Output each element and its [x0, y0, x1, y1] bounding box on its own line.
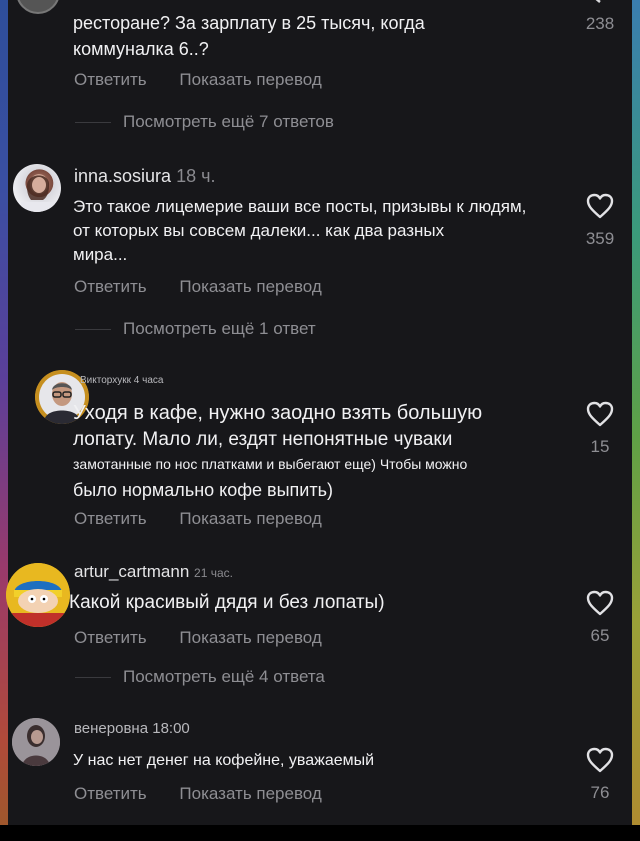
comment-line: Уходя в кафе, нужно заодно взять большую [73, 402, 483, 424]
reply-button[interactable]: Ответить [74, 509, 147, 528]
comment-line: Это такое лицемерие ваши все посты, приз… [73, 197, 527, 216]
show-translation-button[interactable]: Показать перевод [179, 277, 321, 296]
comment-actions: Ответить Показать перевод [74, 277, 350, 297]
comment-meta: artur_cartmann 21 час. [74, 562, 233, 582]
comment-actions: Ответить Показать перевод [74, 70, 350, 90]
like-count: 15 [590, 437, 610, 456]
show-translation-button[interactable]: Показать перевод [179, 628, 321, 647]
like-count: 76 [590, 783, 610, 802]
like-button[interactable]: 15 [582, 401, 618, 457]
person-photo-icon [12, 718, 60, 766]
like-button[interactable]: 359 [582, 193, 618, 249]
avatar[interactable] [6, 563, 70, 627]
username[interactable]: inna.sosiura [74, 166, 171, 186]
timestamp: 18:00 [152, 720, 190, 737]
comment-actions: Ответить Показать перевод [74, 628, 350, 648]
comment-line: от которых вы совсем далеки... как два р… [73, 221, 445, 240]
heart-icon [586, 193, 614, 219]
comment-line: Какой красивый дядя и без лопаты) [69, 592, 385, 613]
timestamp: 21 час. [194, 566, 233, 580]
comment-meta: венеровна 18:00 [74, 720, 190, 737]
comment-line: ресторане? За зарплату в 25 тысяч, когда [73, 13, 425, 33]
comment-text: Уходя в кафе, нужно заодно взять большую… [73, 399, 573, 505]
heart-icon [586, 747, 614, 773]
comment-meta: inna.sosiura 18 ч. [74, 166, 215, 187]
comment-meta: Викторхукк 4 часа [80, 375, 163, 386]
comments-screen: ресторане? За зарплату в 25 тысяч, когда… [0, 0, 640, 841]
like-count: 65 [590, 626, 610, 645]
reply-button[interactable]: Ответить [74, 628, 147, 647]
woman-photo-icon [21, 174, 55, 212]
view-more-replies-button[interactable]: Посмотреть ещё 7 ответов [75, 112, 334, 132]
comment-text: У нас нет денег на кофейне, уважаемый [73, 750, 553, 772]
reply-button[interactable]: Ответить [74, 70, 147, 89]
like-count: 238 [585, 14, 615, 33]
comments-panel: ресторане? За зарплату в 25 тысяч, когда… [6, 0, 632, 825]
like-button[interactable]: 65 [582, 590, 618, 646]
avatar[interactable] [12, 718, 60, 766]
reply-button[interactable]: Ответить [74, 277, 147, 296]
heart-icon [586, 401, 614, 427]
comment-line: было нормально кофе выпить) [73, 480, 333, 500]
comment-line: замотанные по нос платками и выбегают ещ… [73, 456, 468, 472]
comment-text: ресторане? За зарплату в 25 тысяч, когда… [73, 10, 553, 62]
username[interactable]: artur_cartmann [74, 562, 189, 581]
comment-actions: Ответить Показать перевод [74, 784, 350, 804]
comment-text: Какой красивый дядя и без лопаты) [69, 590, 549, 616]
comment-line: коммуналка 6..? [73, 39, 209, 59]
cartoon-character-icon [6, 563, 70, 627]
comment-line: У нас нет денег на кофейне, уважаемый [73, 752, 375, 769]
show-translation-button[interactable]: Показать перевод [179, 70, 321, 89]
reply-button[interactable]: Ответить [74, 784, 147, 803]
comment-line: лопату. Мало ли, ездят непонятные чуваки [73, 429, 453, 450]
comment-line: мира... [73, 245, 128, 264]
bottom-bar [0, 825, 640, 841]
view-more-replies-button[interactable]: Посмотреть ещё 1 ответ [75, 319, 316, 339]
timestamp: 4 часа [133, 375, 164, 386]
comment-text: Это такое лицемерие ваши все посты, приз… [73, 195, 553, 267]
like-button[interactable]: 238 [582, 0, 618, 34]
like-count: 359 [585, 229, 615, 248]
heart-icon [586, 590, 614, 616]
comment-actions: Ответить Показать перевод [74, 509, 350, 529]
timestamp: 18 ч. [176, 166, 216, 186]
right-gradient-edge [632, 0, 640, 841]
username[interactable]: венеровна [74, 720, 148, 737]
show-translation-button[interactable]: Показать перевод [179, 784, 321, 803]
view-more-replies-button[interactable]: Посмотреть ещё 4 ответа [75, 667, 325, 687]
heart-icon [595, 0, 601, 3]
avatar[interactable] [13, 164, 61, 212]
show-translation-button[interactable]: Показать перевод [179, 509, 321, 528]
avatar[interactable] [16, 0, 60, 14]
left-gradient-edge [0, 0, 8, 841]
like-button[interactable]: 76 [582, 747, 618, 803]
username[interactable]: Викторхукк [80, 375, 131, 386]
